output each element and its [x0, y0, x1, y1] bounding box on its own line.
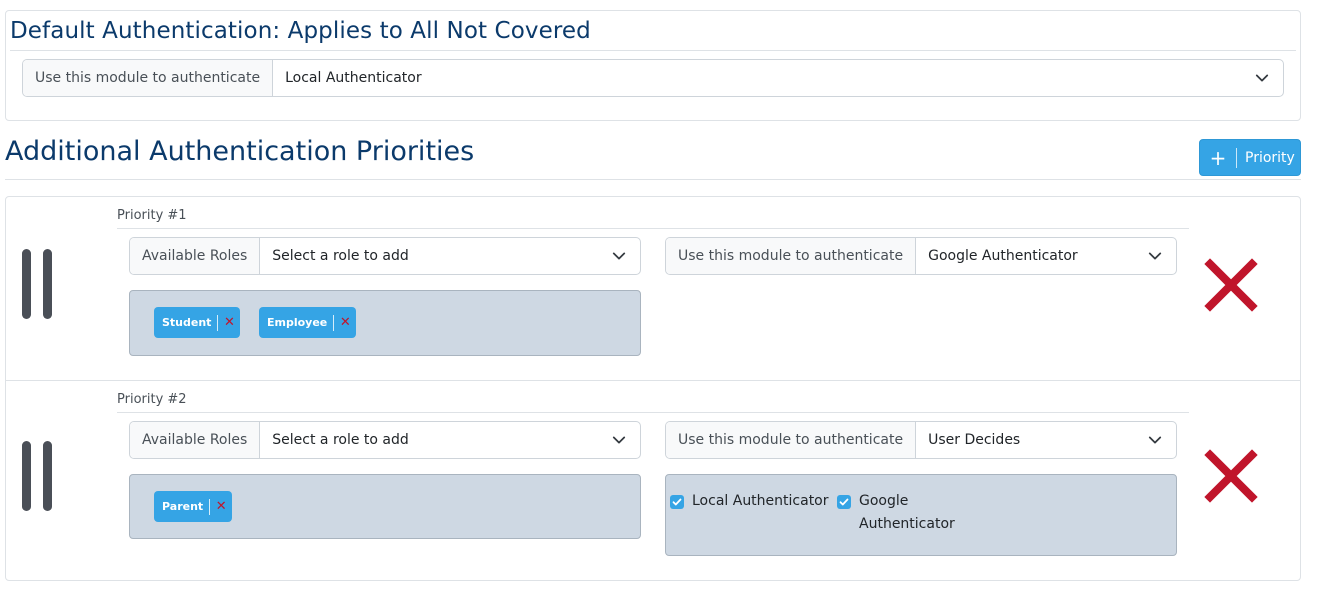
roles-label: Available Roles — [130, 422, 261, 458]
role-chip-label: Parent — [162, 500, 204, 513]
chevron-down-icon — [1148, 252, 1162, 260]
drag-handle-icon[interactable] — [43, 441, 52, 511]
roles-dropdown[interactable]: Select a role to add — [260, 422, 640, 458]
authenticator-option-local[interactable]: Local Authenticator — [670, 490, 829, 513]
remove-role-icon[interactable]: ✕ — [210, 499, 232, 514]
checkbox[interactable] — [670, 495, 684, 509]
authenticator-option-label: Google Authenticator — [859, 490, 955, 536]
checkmark-icon — [839, 498, 849, 506]
additional-title-divider — [5, 179, 1301, 180]
roles-placeholder: Select a role to add — [272, 432, 409, 448]
remove-role-icon[interactable]: ✕ — [218, 315, 240, 330]
module-dropdown[interactable]: User Decides — [916, 422, 1176, 458]
close-x-icon[interactable] — [1204, 258, 1258, 312]
close-x-icon[interactable] — [1204, 449, 1258, 503]
chevron-down-icon — [1148, 436, 1162, 444]
role-chip-student: Student ✕ — [154, 307, 241, 338]
priority-1-roles-select[interactable]: Available Roles Select a role to add — [129, 237, 641, 275]
default-module-label: Use this module to authenticate — [23, 60, 274, 96]
default-title-divider — [10, 50, 1296, 51]
default-module-dropdown[interactable]: Local Authenticator — [273, 60, 1283, 96]
authenticator-option-google[interactable]: Google Authenticator — [837, 490, 955, 536]
drag-handle-icon[interactable] — [22, 249, 31, 319]
module-label: Use this module to authenticate — [666, 238, 917, 274]
checkmark-icon — [672, 498, 682, 506]
remove-role-icon[interactable]: ✕ — [334, 315, 356, 330]
authenticator-option-label: Local Authenticator — [692, 493, 829, 509]
authenticator-option-line1: Google — [859, 493, 909, 509]
chevron-down-icon — [1255, 74, 1269, 82]
chevron-down-icon — [612, 252, 626, 260]
drag-handle-icon[interactable] — [43, 249, 52, 319]
chevron-down-icon — [612, 436, 626, 444]
module-value: User Decides — [928, 432, 1021, 448]
priority-row-divider — [6, 380, 1300, 381]
module-dropdown[interactable]: Google Authenticator — [916, 238, 1176, 274]
module-label: Use this module to authenticate — [666, 422, 917, 458]
role-chip-label: Student — [162, 316, 212, 329]
plus-icon: + — [1209, 145, 1227, 170]
drag-handle-icon[interactable] — [22, 441, 31, 511]
role-chip-employee: Employee ✕ — [259, 307, 357, 338]
module-value: Google Authenticator — [928, 248, 1078, 264]
role-chip-label: Employee — [267, 316, 328, 329]
priority-2-roles-select[interactable]: Available Roles Select a role to add — [129, 421, 641, 459]
default-module-select[interactable]: Use this module to authenticate Local Au… — [22, 59, 1284, 97]
additional-priorities-title: Additional Authentication Priorities — [5, 136, 475, 167]
add-priority-button[interactable]: + Priority — [1199, 139, 1301, 176]
roles-label: Available Roles — [130, 238, 261, 274]
role-chip-parent: Parent ✕ — [154, 491, 233, 522]
authenticator-option-line2: Authenticator — [859, 516, 955, 532]
roles-placeholder: Select a role to add — [272, 248, 409, 264]
priority-1-label: Priority #1 — [117, 208, 187, 223]
priority-2-label: Priority #2 — [117, 392, 187, 407]
priority-2-module-select[interactable]: Use this module to authenticate User Dec… — [665, 421, 1177, 459]
priority-2-divider — [117, 412, 1189, 413]
add-priority-label: Priority — [1245, 149, 1295, 166]
priority-1-module-select[interactable]: Use this module to authenticate Google A… — [665, 237, 1177, 275]
priority-1-divider — [117, 228, 1189, 229]
checkbox[interactable] — [837, 495, 851, 509]
default-module-value: Local Authenticator — [285, 70, 422, 86]
default-auth-title: Default Authentication: Applies to All N… — [10, 18, 591, 44]
roles-dropdown[interactable]: Select a role to add — [260, 238, 640, 274]
